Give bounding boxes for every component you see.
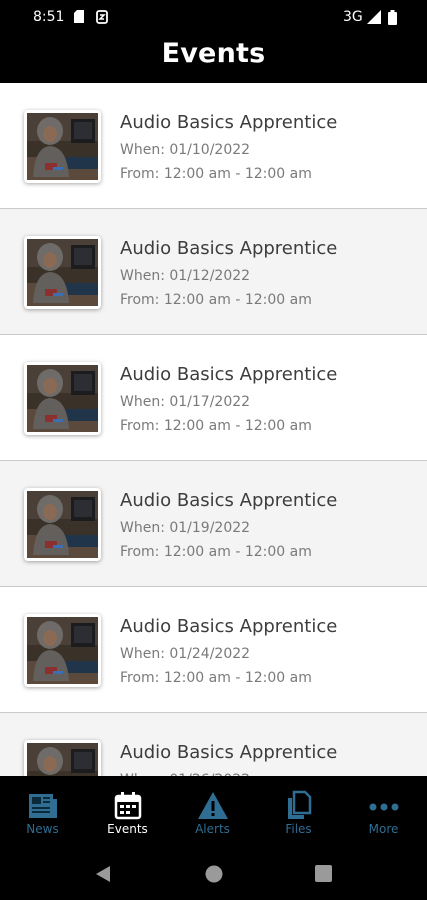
event-thumbnail [24, 488, 101, 561]
event-title: Audio Basics Apprentice [120, 238, 338, 259]
network-type: 3G [343, 9, 363, 25]
event-date: When: 01/10/2022 [120, 142, 251, 158]
event-thumbnail-image [27, 365, 98, 432]
screen: 8:51 3G Events Audio Basics Apprentice Wh… [0, 0, 427, 900]
home-icon[interactable] [205, 865, 223, 888]
event-thumbnail-image [27, 617, 98, 684]
back-icon[interactable] [95, 865, 111, 888]
nav-item-alerts[interactable]: Alerts [170, 776, 255, 850]
calendar-icon [112, 790, 144, 822]
nav-item-more[interactable]: More [341, 776, 426, 850]
event-title: Audio Basics Apprentice [120, 490, 338, 511]
vpn-icon [96, 10, 108, 27]
recents-icon[interactable] [315, 865, 332, 887]
event-thumbnail [24, 362, 101, 435]
nav-label-events: Events [107, 822, 148, 836]
nav-label-news: News [26, 822, 59, 836]
event-list-item[interactable]: Audio Basics Apprentice When: 01/17/2022 F… [0, 335, 427, 461]
event-time-range: From: 12:00 am - 12:00 am [120, 544, 312, 560]
status-bar: 8:51 3G [0, 0, 427, 34]
event-time-range: From: 12:00 am - 12:00 am [120, 670, 312, 686]
event-title: Audio Basics Apprentice [120, 364, 338, 385]
event-list-item[interactable]: Audio Basics Apprentice When: 01/12/2022 F… [0, 209, 427, 335]
event-list-item[interactable]: Audio Basics Apprentice When: 01/24/2022 F… [0, 587, 427, 713]
nav-item-files[interactable]: Files [256, 776, 341, 850]
event-thumbnail [24, 614, 101, 687]
nav-label-more: More [368, 822, 399, 836]
event-title: Audio Basics Apprentice [120, 616, 338, 637]
event-date: When: 01/24/2022 [120, 646, 251, 662]
event-title: Audio Basics Apprentice [120, 112, 338, 133]
event-thumbnail [24, 110, 101, 183]
event-date: When: 01/12/2022 [120, 268, 251, 284]
app-header: Events [0, 34, 427, 82]
nav-label-files: Files [285, 822, 312, 836]
event-thumbnail [24, 740, 101, 776]
status-time: 8:51 [33, 9, 65, 25]
event-thumbnail [24, 236, 101, 309]
system-nav-bar [0, 850, 427, 900]
event-thumbnail-image [27, 239, 98, 306]
nav-label-alerts: Alerts [195, 822, 230, 836]
nav-item-events[interactable]: Events [85, 776, 170, 850]
nav-item-news[interactable]: News [0, 776, 85, 850]
sim-card-icon [74, 10, 84, 26]
warning-icon [197, 790, 229, 822]
event-list-item[interactable]: Audio Basics Apprentice When: 01/19/2022 F… [0, 461, 427, 587]
event-list[interactable]: Audio Basics Apprentice When: 01/10/2022 F… [0, 83, 427, 776]
event-title: Audio Basics Apprentice [120, 742, 338, 763]
more-dots-icon [368, 790, 400, 822]
event-time-range: From: 12:00 am - 12:00 am [120, 166, 312, 182]
event-date: When: 01/19/2022 [120, 520, 251, 536]
newspaper-icon [27, 790, 59, 822]
bottom-nav: News Events Alerts Files More [0, 776, 427, 850]
event-thumbnail-image [27, 113, 98, 180]
event-thumbnail-image [27, 743, 98, 776]
battery-icon [388, 10, 397, 28]
page-title: Events [161, 38, 266, 69]
event-time-range: From: 12:00 am - 12:00 am [120, 418, 312, 434]
files-icon [283, 790, 315, 822]
event-list-item[interactable]: Audio Basics Apprentice When: 01/10/2022 F… [0, 83, 427, 209]
event-time-range: From: 12:00 am - 12:00 am [120, 292, 312, 308]
event-list-item[interactable]: Audio Basics ApprenticeWhen: 01/26/2022F… [0, 713, 427, 776]
event-thumbnail-image [27, 491, 98, 558]
event-date: When: 01/17/2022 [120, 394, 251, 410]
signal-icon [367, 10, 381, 27]
